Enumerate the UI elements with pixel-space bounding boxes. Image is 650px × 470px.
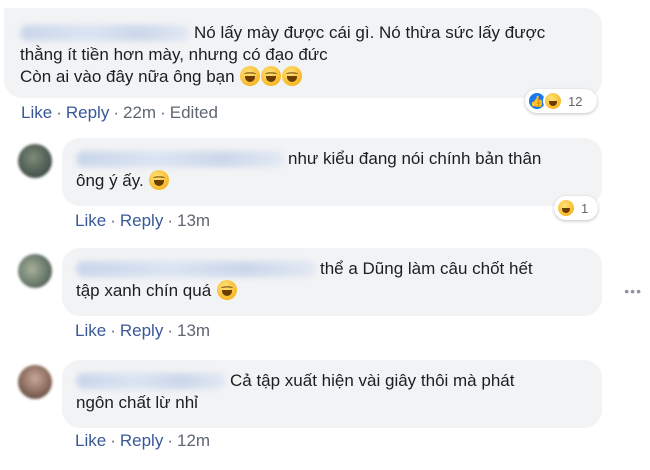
comment-text: thể a Dũng làm câu chốt hết — [320, 259, 533, 278]
like-link[interactable]: Like — [21, 103, 52, 122]
comment-line: Còn ai vào đây nữa ông bạn — [20, 66, 586, 88]
separator: · — [113, 103, 119, 122]
avatar[interactable] — [18, 365, 52, 399]
separator: · — [167, 431, 173, 450]
author-name-blurred[interactable] — [76, 151, 284, 167]
laughing-emoji-icon — [282, 66, 303, 86]
timestamp[interactable]: 13m — [177, 211, 210, 230]
like-link[interactable]: Like — [75, 211, 106, 230]
laughing-emoji-icon — [149, 170, 170, 190]
avatar[interactable] — [18, 144, 52, 178]
comment-text: Còn ai vào đây nữa ông bạn — [20, 67, 235, 86]
laughing-emoji-icon — [240, 66, 261, 86]
separator: · — [110, 211, 116, 230]
comment-actions: Like · Reply · 22m · Edited — [21, 103, 218, 123]
comment-line: Nó lấy mày được cái gì. Nó thừa sức lấy … — [20, 22, 586, 44]
comment-actions: Like · Reply · 13m — [75, 211, 210, 231]
comment-line: tập xanh chín quá — [76, 280, 588, 302]
separator: · — [110, 321, 116, 340]
edited-label[interactable]: Edited — [170, 103, 218, 122]
comment-bubble-3: thể a Dũng làm câu chốt hết tập xanh chí… — [62, 248, 602, 316]
comment-actions: Like · Reply · 12m — [75, 431, 210, 451]
comment-bubble-4: Cả tập xuất hiện vài giây thôi mà phát n… — [62, 360, 602, 428]
comment-actions: Like · Reply · 13m — [75, 321, 210, 341]
comment-text: tập xanh chín quá — [76, 281, 212, 300]
comment-bubble-2: như kiểu đang nói chính bản thân ông ý ấ… — [62, 138, 602, 206]
comment-line: ông ý ấy. — [76, 170, 588, 192]
like-link[interactable]: Like — [75, 431, 106, 450]
reaction-count: 12 — [568, 93, 583, 109]
separator: · — [167, 321, 173, 340]
reaction-count: 1 — [581, 200, 589, 216]
reply-link[interactable]: Reply — [66, 103, 109, 122]
author-name-blurred[interactable] — [76, 373, 226, 389]
comment-text: thằng ít tiền hơn mày, nhưng có đạo đức — [20, 45, 328, 64]
more-options-icon[interactable]: ••• — [624, 283, 642, 299]
author-name-blurred[interactable] — [76, 261, 316, 277]
separator: · — [56, 103, 62, 122]
laughing-emoji-icon — [261, 66, 282, 86]
comment-text: Cả tập xuất hiện vài giây thôi mà phát — [230, 371, 515, 390]
reaction-summary[interactable]: 1 — [554, 196, 598, 220]
timestamp[interactable]: 22m — [123, 103, 156, 122]
comment-line: thể a Dũng làm câu chốt hết — [76, 258, 588, 280]
separator: · — [167, 211, 173, 230]
comment-line: Cả tập xuất hiện vài giây thôi mà phát — [76, 370, 588, 392]
separator: · — [110, 431, 116, 450]
comment-text: ông ý ấy. — [76, 171, 144, 190]
comment-text: như kiểu đang nói chính bản thân — [288, 149, 542, 168]
reply-link[interactable]: Reply — [120, 211, 163, 230]
comment-line: như kiểu đang nói chính bản thân — [76, 148, 588, 170]
like-link[interactable]: Like — [75, 321, 106, 340]
comment-text: ngôn chất lừ nhỉ — [76, 393, 198, 412]
reaction-summary[interactable]: 👍 12 — [525, 89, 597, 113]
author-name-blurred[interactable] — [20, 25, 190, 41]
timestamp[interactable]: 12m — [177, 431, 210, 450]
avatar[interactable] — [18, 254, 52, 288]
laughing-emoji-icon — [216, 280, 237, 300]
comment-bubble-1: Nó lấy mày được cái gì. Nó thừa sức lấy … — [4, 8, 602, 98]
timestamp[interactable]: 13m — [177, 321, 210, 340]
haha-icon — [556, 198, 576, 218]
separator: · — [160, 103, 166, 122]
haha-icon — [543, 91, 563, 111]
reply-link[interactable]: Reply — [120, 321, 163, 340]
comment-text: Nó lấy mày được cái gì. Nó thừa sức lấy … — [194, 23, 546, 42]
reply-link[interactable]: Reply — [120, 431, 163, 450]
